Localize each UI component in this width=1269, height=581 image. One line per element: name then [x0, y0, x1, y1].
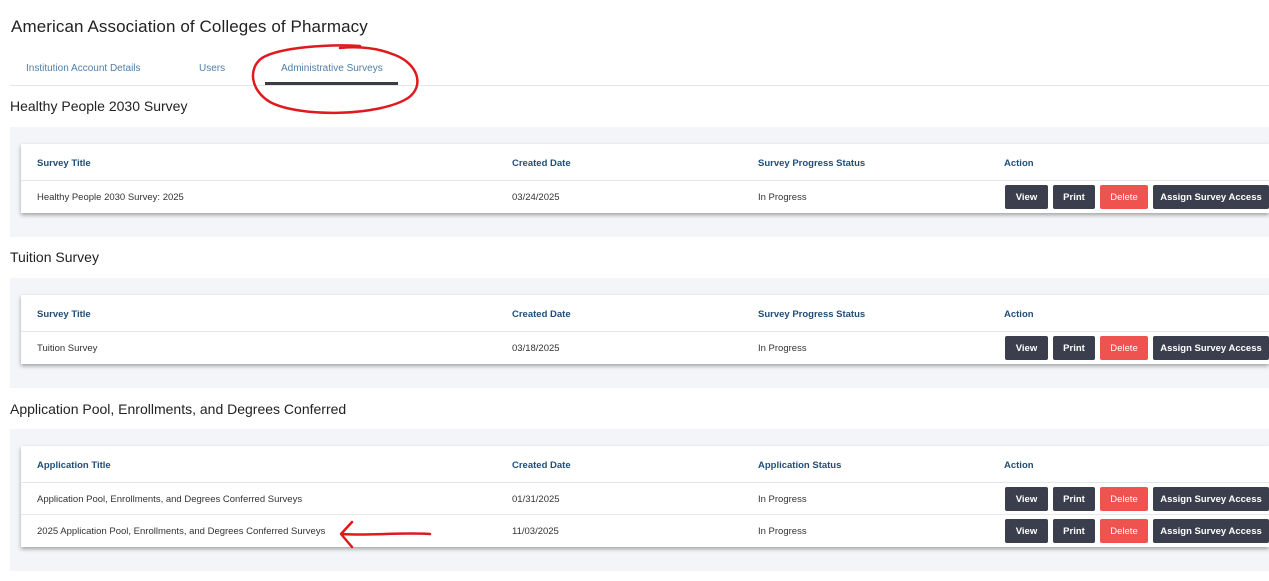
- tab-users[interactable]: Users: [199, 63, 225, 74]
- tab-institution-account-details[interactable]: Institution Account Details: [26, 63, 141, 74]
- section-panel: Survey Title Created Date Survey Progres…: [10, 278, 1269, 388]
- delete-button[interactable]: Delete: [1100, 336, 1148, 360]
- table-header: Survey Title Created Date Survey Progres…: [21, 295, 1269, 332]
- organization-title: American Association of Colleges of Phar…: [11, 17, 368, 36]
- section-panel: Application Title Created Date Applicati…: [10, 429, 1269, 571]
- table-row: Application Pool, Enrollments, and Degre…: [21, 483, 1269, 515]
- row-title: Healthy People 2030 Survey: 2025: [37, 192, 184, 203]
- delete-button[interactable]: Delete: [1100, 185, 1148, 209]
- table-row: 2025 Application Pool, Enrollments, and …: [21, 515, 1269, 547]
- print-button[interactable]: Print: [1053, 185, 1095, 209]
- application-table: Application Title Created Date Applicati…: [21, 446, 1269, 547]
- row-created-date: 03/18/2025: [512, 343, 560, 354]
- print-button[interactable]: Print: [1053, 519, 1095, 543]
- table-header: Application Title Created Date Applicati…: [21, 446, 1269, 483]
- row-actions: View Print Delete Assign Survey Access: [1005, 519, 1269, 543]
- column-header-title[interactable]: Survey Title: [37, 309, 91, 320]
- section-title-healthy-people: Healthy People 2030 Survey: [10, 98, 188, 114]
- tab-bar: Institution Account Details Users Admini…: [10, 55, 1269, 86]
- column-header-created-date[interactable]: Created Date: [512, 309, 571, 320]
- column-header-created-date[interactable]: Created Date: [512, 158, 571, 169]
- survey-table: Survey Title Created Date Survey Progres…: [21, 295, 1269, 364]
- column-header-title[interactable]: Survey Title: [37, 158, 91, 169]
- column-header-action: Action: [1004, 460, 1034, 471]
- row-actions: View Print Delete Assign Survey Access: [1005, 487, 1269, 511]
- view-button[interactable]: View: [1005, 519, 1048, 543]
- section-panel: Survey Title Created Date Survey Progres…: [10, 127, 1269, 237]
- active-tab-indicator: [265, 82, 398, 85]
- view-button[interactable]: View: [1005, 336, 1048, 360]
- table-header: Survey Title Created Date Survey Progres…: [21, 144, 1269, 181]
- row-actions: View Print Delete Assign Survey Access: [1005, 185, 1269, 209]
- print-button[interactable]: Print: [1053, 487, 1095, 511]
- row-status: In Progress: [758, 343, 807, 354]
- row-title: 2025 Application Pool, Enrollments, and …: [37, 526, 326, 537]
- table-row: Healthy People 2030 Survey: 2025 03/24/2…: [21, 181, 1269, 213]
- section-title-application-pool: Application Pool, Enrollments, and Degre…: [10, 401, 347, 417]
- row-title: Tuition Survey: [37, 343, 98, 354]
- column-header-status[interactable]: Survey Progress Status: [758, 309, 865, 320]
- tab-administrative-surveys[interactable]: Administrative Surveys: [281, 63, 383, 74]
- row-status: In Progress: [758, 192, 807, 203]
- assign-survey-access-button[interactable]: Assign Survey Access: [1153, 487, 1269, 511]
- row-created-date: 11/03/2025: [512, 526, 559, 537]
- column-header-status[interactable]: Application Status: [758, 460, 841, 471]
- column-header-action: Action: [1004, 158, 1034, 169]
- view-button[interactable]: View: [1005, 185, 1048, 209]
- section-title-tuition: Tuition Survey: [10, 249, 99, 265]
- row-created-date: 01/31/2025: [512, 494, 560, 505]
- print-button[interactable]: Print: [1053, 336, 1095, 360]
- row-created-date: 03/24/2025: [512, 192, 560, 203]
- column-header-action: Action: [1004, 309, 1034, 320]
- survey-table: Survey Title Created Date Survey Progres…: [21, 144, 1269, 213]
- row-title: Application Pool, Enrollments, and Degre…: [37, 494, 303, 505]
- column-header-status[interactable]: Survey Progress Status: [758, 158, 865, 169]
- delete-button[interactable]: Delete: [1100, 519, 1148, 543]
- column-header-created-date[interactable]: Created Date: [512, 460, 571, 471]
- assign-survey-access-button[interactable]: Assign Survey Access: [1153, 185, 1269, 209]
- table-row: Tuition Survey 03/18/2025 In Progress Vi…: [21, 332, 1269, 364]
- assign-survey-access-button[interactable]: Assign Survey Access: [1153, 336, 1269, 360]
- row-status: In Progress: [758, 494, 807, 505]
- delete-button[interactable]: Delete: [1100, 487, 1148, 511]
- column-header-title[interactable]: Application Title: [37, 460, 111, 471]
- row-actions: View Print Delete Assign Survey Access: [1005, 336, 1269, 360]
- view-button[interactable]: View: [1005, 487, 1048, 511]
- row-status: In Progress: [758, 526, 807, 537]
- assign-survey-access-button[interactable]: Assign Survey Access: [1153, 519, 1269, 543]
